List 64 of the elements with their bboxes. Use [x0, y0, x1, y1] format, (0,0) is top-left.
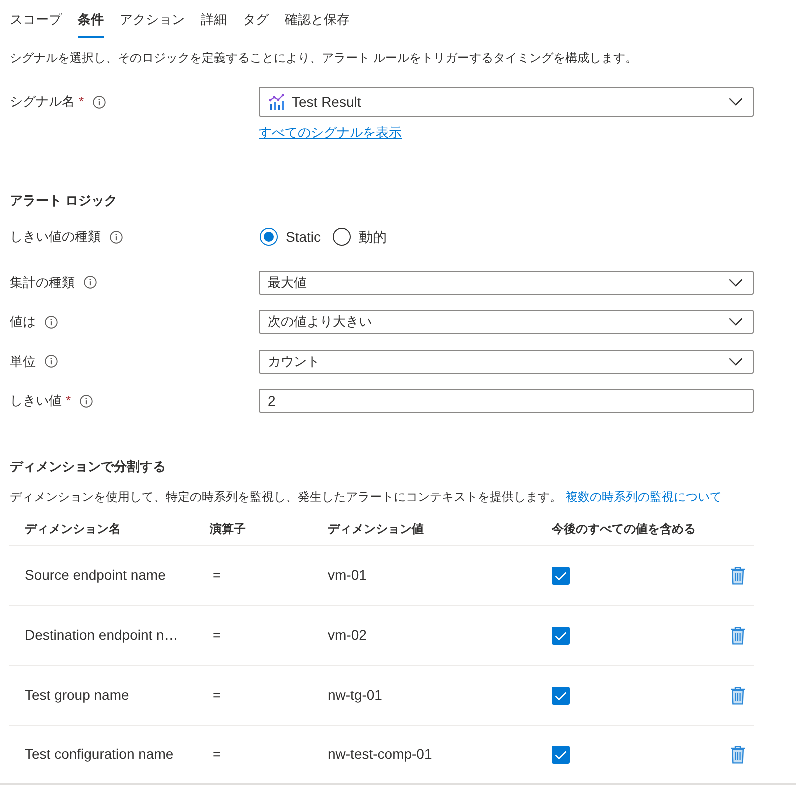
tab[interactable]: タグ [243, 1, 269, 38]
field-label: しきい値の種類 [10, 228, 101, 246]
link[interactable]: 複数の時系列の監視について [566, 490, 722, 504]
column-header: ディメンション値 [328, 522, 424, 536]
column-header: 演算子 [210, 522, 246, 536]
column-header: ディメンション名 [25, 522, 121, 536]
dropdown[interactable]: カウント [259, 350, 754, 374]
checkbox[interactable] [552, 686, 570, 704]
tab[interactable]: 確認と保存 [285, 1, 350, 38]
required-asterisk: * [79, 93, 84, 112]
info-icon[interactable] [110, 230, 123, 244]
table-cell: Test group name [25, 686, 130, 702]
tab[interactable]: 条件 [78, 1, 104, 38]
info-icon[interactable] [93, 96, 106, 108]
table-cell: vm-01 [328, 566, 367, 582]
description-text: ディメンションを使用して、特定の時系列を監視し、発生したアラートにコンテキストを提供します。 複数の時系列の監視について [9, 489, 723, 506]
trash-icon[interactable] [731, 626, 745, 644]
column-header: 今後のすべての値を含める [552, 522, 696, 536]
trash-icon[interactable] [731, 686, 745, 704]
bar-chart-icon [269, 94, 285, 110]
input-field[interactable]: 2 [259, 389, 754, 413]
table-cell: nw-test-comp-01 [328, 746, 432, 762]
table-cell: = [213, 626, 222, 642]
required-asterisk: * [66, 392, 72, 410]
radio-button[interactable] [260, 228, 278, 246]
field-label: しきい値 [10, 392, 62, 410]
field-label: 値は [10, 313, 36, 332]
section-heading: アラート ロジック [9, 192, 119, 210]
description-text: シグナルを選択し、そのロジックを定義することにより、アラート ルールをトリガーするタイミングを構成します。 [9, 50, 638, 67]
table-cell: = [213, 746, 222, 762]
table-cell: vm-02 [328, 626, 367, 642]
chevron-down-icon [729, 98, 743, 106]
chevron-down-icon [729, 278, 743, 286]
signal-dropdown[interactable]: Test Result [259, 87, 754, 117]
tab[interactable]: アクション [120, 1, 185, 38]
info-icon[interactable] [80, 394, 94, 408]
tab[interactable]: スコープ [10, 1, 62, 38]
info-icon[interactable] [45, 316, 58, 328]
radio-option[interactable]: 動的 [333, 226, 388, 248]
dropdown[interactable]: 最大値 [259, 270, 754, 294]
info-icon[interactable] [45, 355, 58, 368]
trash-icon[interactable] [731, 746, 745, 764]
chevron-down-icon [729, 318, 743, 326]
checkbox[interactable] [552, 626, 570, 644]
table-cell: Test configuration name [25, 746, 174, 762]
chevron-down-icon [729, 358, 743, 366]
trash-icon[interactable] [731, 566, 745, 584]
table-cell: = [213, 566, 222, 582]
section-heading: ディメンションで分割する [9, 458, 167, 476]
field-label: 集計の種類 [10, 274, 75, 292]
radio-button[interactable] [333, 228, 352, 246]
tab[interactable]: 詳細 [201, 1, 227, 38]
field-label: シグナル名 [10, 93, 75, 112]
table-cell: Destination endpoint n… [25, 626, 178, 642]
checkbox[interactable] [552, 746, 570, 764]
info-icon[interactable] [84, 276, 97, 289]
link[interactable]: すべてのシグナルを表示 [259, 125, 402, 140]
table-cell: Source endpoint name [25, 566, 166, 582]
table-cell: nw-tg-01 [328, 686, 382, 702]
field-label: 単位 [10, 352, 36, 371]
checkbox[interactable] [552, 566, 570, 584]
table-cell: = [213, 686, 222, 702]
dropdown[interactable]: 次の値より大きい [259, 310, 754, 334]
radio-option[interactable]: Static [260, 226, 322, 248]
